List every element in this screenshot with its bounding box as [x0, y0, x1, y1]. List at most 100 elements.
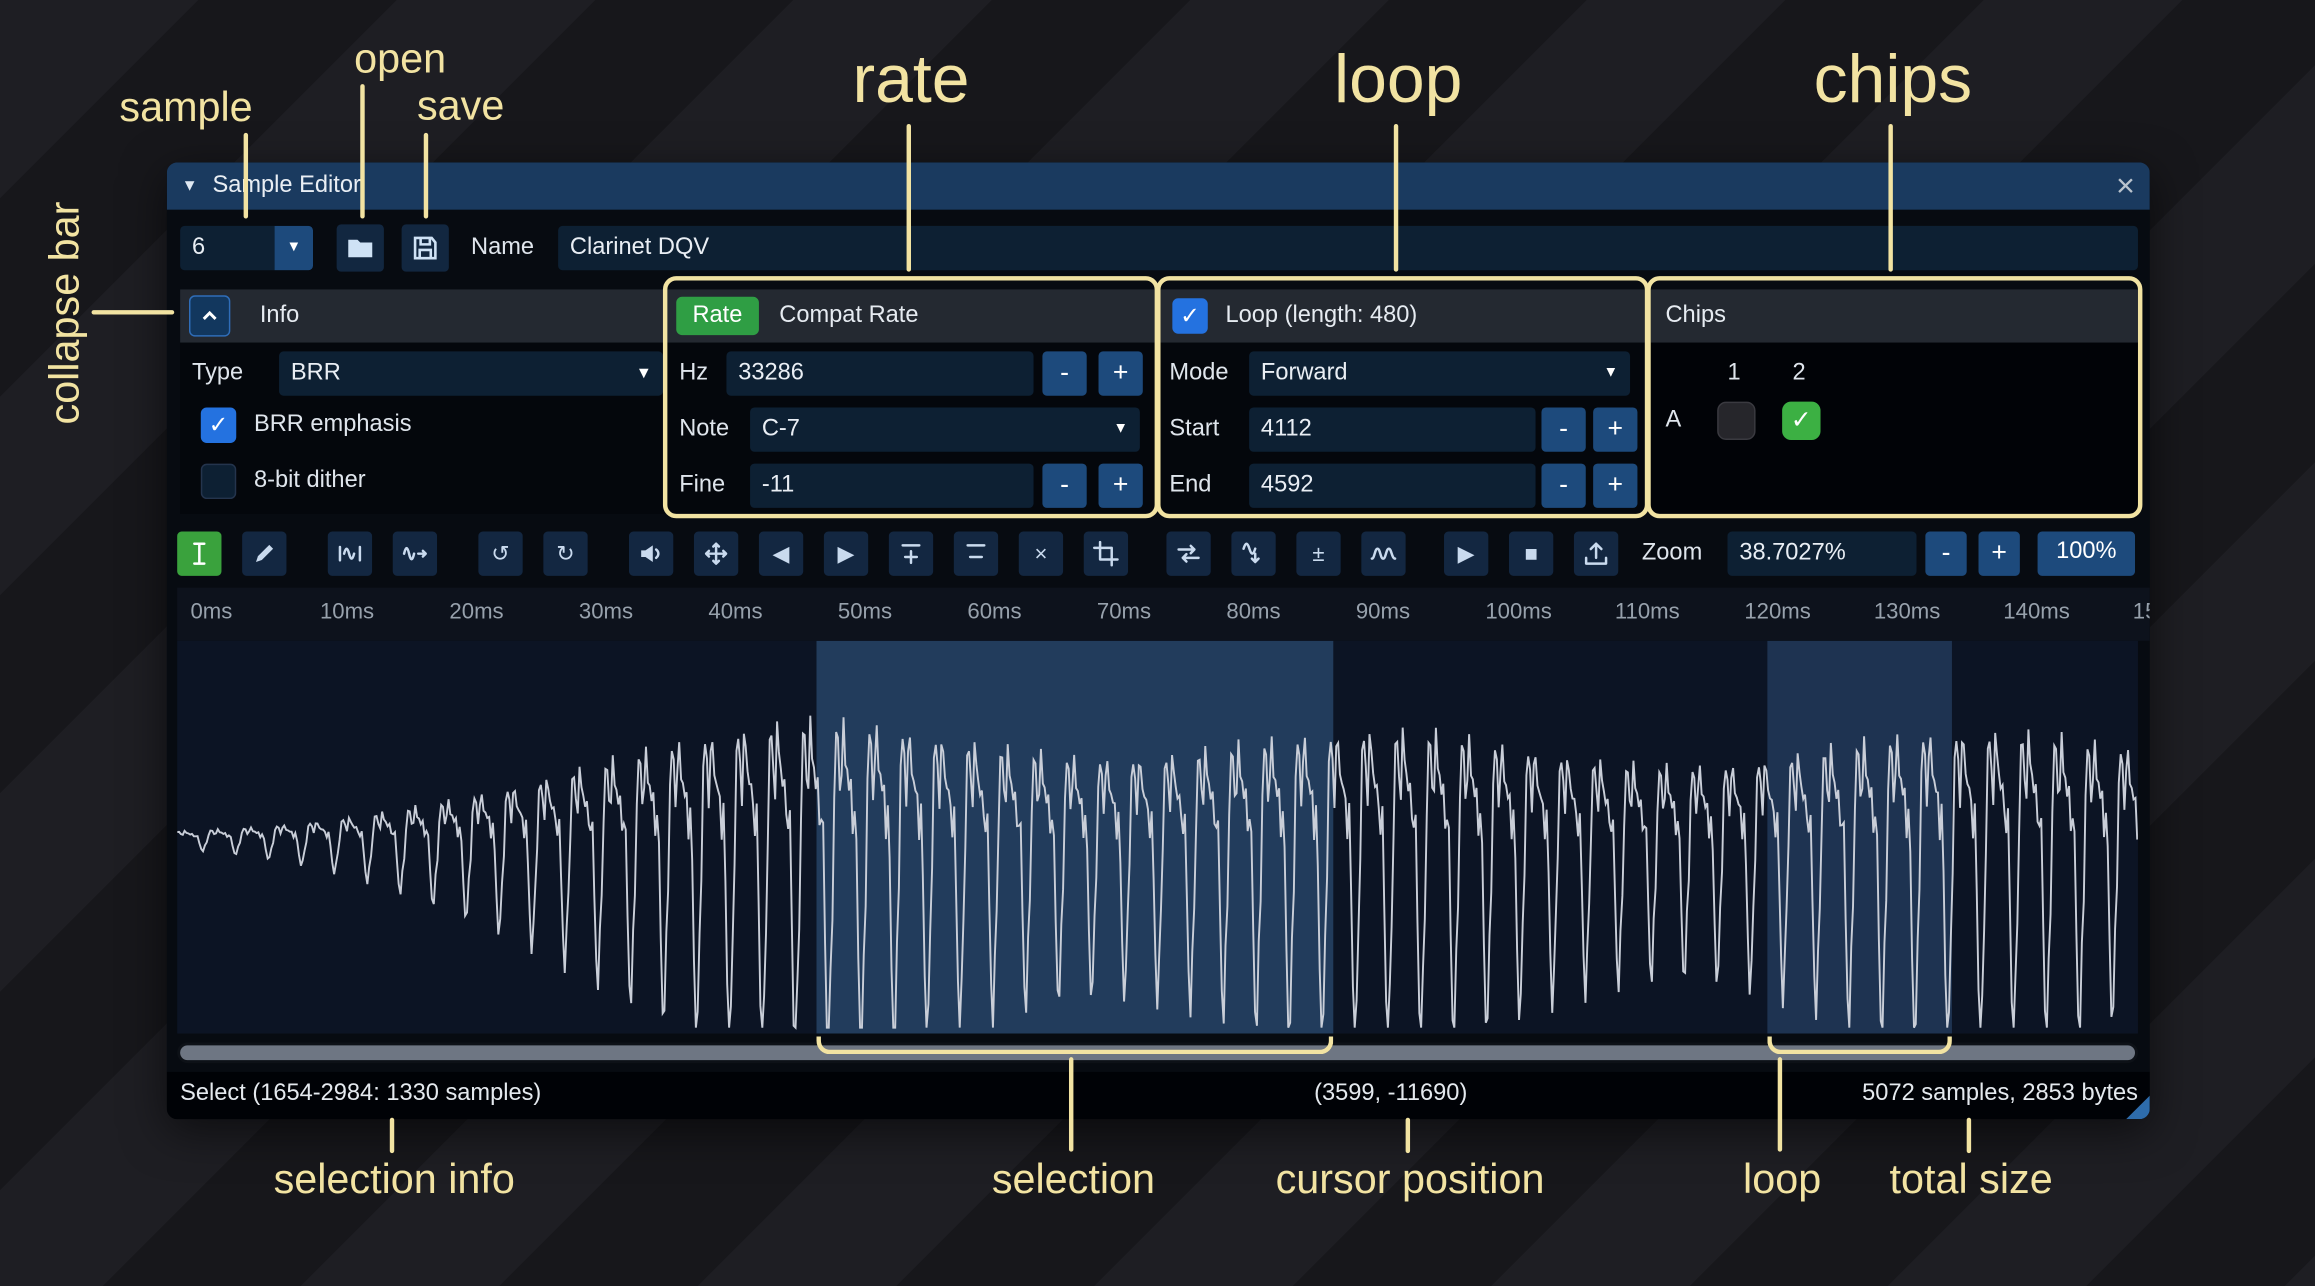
info-section: Info Type BRR ▼ ✓ BRR emphasis 8-bit dit…: [180, 289, 667, 513]
callout-line: [424, 133, 428, 219]
annotation-cursor-position: cursor position: [1276, 1156, 1545, 1203]
delete-icon: ×: [1034, 543, 1047, 565]
callout-line: [360, 84, 364, 218]
annotation-loop-marker: loop: [1743, 1156, 1821, 1203]
sample-select[interactable]: 6 ▼: [180, 226, 313, 270]
toolbar: Zoom 38.7027% - + 100% ↺ ↻ ◀ ▶ × ± ▶ ■: [167, 529, 2150, 582]
waveform: [177, 641, 2138, 1034]
dropdown-arrow-icon[interactable]: ▼: [625, 351, 663, 395]
name-input[interactable]: Clarinet DQV: [558, 226, 2138, 270]
annotation-sample: sample: [119, 84, 252, 131]
sample-select-value: 6: [192, 235, 205, 260]
status-bar: Select (1654-2984: 1330 samples) (3599, …: [167, 1072, 2150, 1119]
invert-button[interactable]: [1231, 532, 1275, 576]
selection-bracket: [817, 1037, 1334, 1055]
trim-button[interactable]: [1084, 532, 1128, 576]
invert-icon: [1240, 540, 1267, 567]
preview-play-icon: ▶: [1458, 543, 1475, 565]
callout-line: [1069, 1057, 1073, 1151]
create-wavetable-button[interactable]: [1574, 532, 1618, 576]
cursor-position-text: (3599, -11690): [1314, 1081, 1467, 1108]
type-select-value: BRR: [291, 360, 341, 385]
preview-play-button[interactable]: ▶: [1444, 532, 1488, 576]
timeline-label: 0ms: [190, 599, 232, 624]
rate-outline: [663, 276, 1159, 518]
timeline-ruler: 0ms10ms20ms30ms40ms50ms60ms70ms80ms90ms1…: [177, 588, 2150, 641]
zoom-input[interactable]: 38.7027%: [1728, 532, 1917, 576]
collapse-window-icon[interactable]: ▼: [182, 177, 198, 195]
select-mode-button[interactable]: [177, 532, 221, 576]
callout-line: [244, 133, 248, 219]
reverse-button[interactable]: [1166, 532, 1210, 576]
loop-bracket: [1767, 1037, 1952, 1055]
delete-button[interactable]: ×: [1019, 532, 1063, 576]
amplify-icon: [638, 540, 665, 567]
open-button[interactable]: [337, 224, 384, 271]
timeline-label: 70ms: [1097, 599, 1151, 624]
remove-silence-icon: [963, 540, 990, 567]
window-titlebar[interactable]: ▼ Sample Editor ×: [167, 162, 2150, 209]
amplify-button[interactable]: [629, 532, 673, 576]
zoom-in-button[interactable]: +: [1979, 532, 2020, 576]
dither-checkbox[interactable]: [201, 464, 236, 499]
trim-icon: [1093, 540, 1120, 567]
sign-icon: ±: [1312, 543, 1324, 565]
chevron-up-icon: [198, 304, 222, 328]
timeline-label: 120ms: [1744, 599, 1810, 624]
collapse-bar-button[interactable]: [189, 295, 230, 336]
fade-in-button[interactable]: ◀: [759, 532, 803, 576]
reverse-icon: [1175, 540, 1202, 567]
timeline-label: 50ms: [838, 599, 892, 624]
timeline-label: 130ms: [1874, 599, 1940, 624]
filter-icon: [1370, 540, 1397, 567]
annotation-selection-info: selection info: [274, 1156, 515, 1203]
annotation-rate: rate: [852, 38, 969, 118]
annotation-open: open: [354, 35, 446, 82]
timeline-label: 90ms: [1356, 599, 1410, 624]
check-icon: ✓: [209, 410, 229, 440]
zoom-reset-button[interactable]: 100%: [2038, 532, 2135, 576]
loop-outline: [1156, 276, 1649, 518]
annotation-loop: loop: [1334, 38, 1462, 118]
callout-line: [907, 124, 911, 272]
sign-button[interactable]: ±: [1296, 532, 1340, 576]
type-select[interactable]: BRR ▼: [279, 351, 663, 395]
draw-mode-button[interactable]: [242, 532, 286, 576]
create-wavetable-icon: [1583, 540, 1610, 567]
callout-line: [92, 310, 175, 314]
fade-out-button[interactable]: ▶: [824, 532, 868, 576]
zoom-value: 38.7027%: [1739, 540, 1845, 565]
screenshot-stage: ▼ Sample Editor × 6 ▼ Name Clarinet DQV …: [0, 0, 2315, 1286]
fade-out-icon: ▶: [837, 543, 854, 565]
close-icon[interactable]: ×: [2116, 170, 2135, 202]
zoom-out-button[interactable]: -: [1925, 532, 1966, 576]
redo-button[interactable]: ↻: [543, 532, 587, 576]
folder-open-icon: [346, 233, 376, 263]
undo-button[interactable]: ↺: [478, 532, 522, 576]
preview-stop-button[interactable]: ■: [1509, 532, 1553, 576]
resize-grip[interactable]: [2126, 1096, 2150, 1120]
preview-stop-icon: ■: [1524, 543, 1537, 565]
dropdown-arrow-icon[interactable]: ▼: [275, 226, 313, 270]
normalize-button[interactable]: [694, 532, 738, 576]
resample-button[interactable]: [393, 532, 437, 576]
waveform-area[interactable]: [177, 641, 2138, 1034]
timeline-label: 20ms: [449, 599, 503, 624]
timeline-label: 140ms: [2003, 599, 2069, 624]
resize-button[interactable]: [328, 532, 372, 576]
zoom-label: Zoom: [1642, 532, 1702, 576]
insert-silence-button[interactable]: [889, 532, 933, 576]
filter-button[interactable]: [1361, 532, 1405, 576]
brr-emphasis-checkbox[interactable]: ✓: [201, 408, 236, 443]
info-title: Info: [260, 303, 299, 330]
remove-silence-button[interactable]: [954, 532, 998, 576]
callout-line: [1778, 1057, 1782, 1151]
save-icon: [410, 233, 440, 263]
annotation-total-size: total size: [1890, 1156, 2053, 1203]
normalize-icon: [703, 540, 730, 567]
brr-emphasis-label: BRR emphasis: [254, 403, 412, 447]
dither-label: 8-bit dither: [254, 459, 366, 503]
selection-info-text: Select (1654-2984: 1330 samples): [180, 1081, 541, 1108]
callout-line: [1406, 1118, 1410, 1153]
save-button[interactable]: [402, 224, 449, 271]
